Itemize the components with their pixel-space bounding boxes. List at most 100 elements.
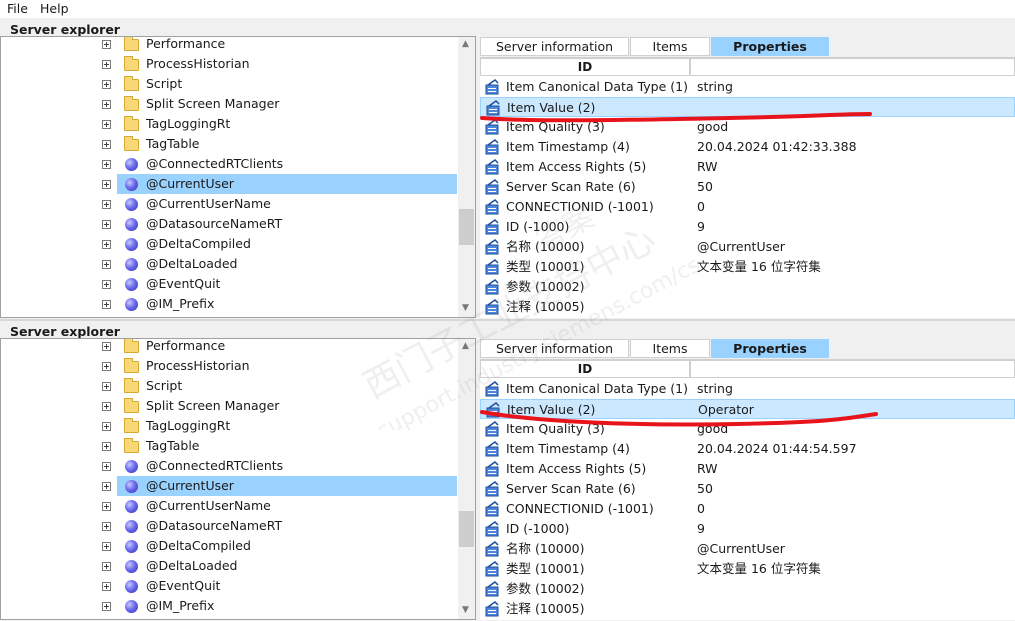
tab-properties[interactable]: Properties [711,339,829,358]
tree-item[interactable]: @DeltaCompiled [1,234,457,254]
tree-item[interactable]: @ConnectedRTClients [1,456,457,476]
tree-item[interactable]: Script [1,376,457,396]
property-row[interactable]: 类型 (10001) 文本变量 16 位字符集 [480,257,1015,277]
property-row[interactable]: Item Timestamp (4) 20.04.2024 01:42:33.38… [480,137,1015,157]
tree-item[interactable]: TagTable [1,436,457,456]
property-row[interactable]: CONNECTIONID (-1001) 0 [480,499,1015,519]
tab-server-information[interactable]: Server information [480,37,629,56]
expand-plus-icon[interactable] [102,260,111,269]
expand-plus-icon[interactable] [102,80,111,89]
tab-server-information[interactable]: Server information [480,339,629,358]
expand-plus-icon[interactable] [102,542,111,551]
expand-plus-icon[interactable] [102,362,111,371]
expand-plus-icon[interactable] [102,100,111,109]
tree-item[interactable]: Performance [1,37,457,54]
tree-item[interactable]: Performance [1,339,457,356]
tree-item[interactable]: @ConnectedRTClients [1,154,457,174]
property-row[interactable]: Item Quality (3) good [480,117,1015,137]
column-header-value[interactable] [690,360,1015,378]
server-tree[interactable]: Performance ProcessHistorian Script Split S… [0,36,476,318]
expand-plus-icon[interactable] [102,160,111,169]
property-row[interactable]: 名称 (10000) @CurrentUser [480,237,1015,257]
property-row[interactable]: Server Scan Rate (6) 50 [480,177,1015,197]
expand-plus-icon[interactable] [102,582,111,591]
tree-item[interactable]: @DeltaLoaded [1,556,457,576]
tree-item[interactable]: @CurrentUserName [1,194,457,214]
column-header-value[interactable] [690,58,1015,76]
property-row[interactable]: 参数 (10002) [480,579,1015,599]
tree-item[interactable]: @DatasourceNameRT [1,214,457,234]
tree-item[interactable]: @DeltaCompiled [1,536,457,556]
property-row[interactable]: Item Value (2) Operator [480,399,1015,419]
property-row[interactable]: Item Canonical Data Type (1) string [480,379,1015,399]
scroll-thumb[interactable] [459,209,474,245]
tree-item[interactable]: @DeltaLoaded [1,254,457,274]
expand-plus-icon[interactable] [102,200,111,209]
tree-item[interactable]: @DatasourceNameRT [1,516,457,536]
tree-scrollbar[interactable]: ▲ ▼ [458,339,475,619]
expand-plus-icon[interactable] [102,562,111,571]
expand-plus-icon[interactable] [102,502,111,511]
tree-item[interactable]: @IM_Prefix [1,596,457,616]
expand-plus-icon[interactable] [102,60,111,69]
tree-item[interactable]: Script [1,74,457,94]
tree-item[interactable]: ProcessHistorian [1,54,457,74]
property-row[interactable]: 名称 (10000) @CurrentUser [480,539,1015,559]
tree-item[interactable]: @CurrentUser [1,476,457,496]
expand-plus-icon[interactable] [102,422,111,431]
expand-plus-icon[interactable] [102,240,111,249]
tree-item[interactable]: Split Screen Manager [1,94,457,114]
column-header-id[interactable]: ID [480,360,690,378]
property-row[interactable]: Server Scan Rate (6) 50 [480,479,1015,499]
expand-plus-icon[interactable] [102,300,111,309]
tree-item[interactable]: @IM_Prefix [1,294,457,314]
property-row[interactable]: 参数 (10002) [480,277,1015,297]
property-row[interactable]: Item Value (2) [480,97,1015,117]
tree-scrollbar[interactable]: ▲ ▼ [458,37,475,317]
property-row[interactable]: Item Timestamp (4) 20.04.2024 01:44:54.59… [480,439,1015,459]
tree-item[interactable]: TagLoggingRt [1,114,457,134]
property-row[interactable]: 注释 (10005) [480,297,1015,317]
expand-plus-icon[interactable] [102,280,111,289]
scroll-thumb[interactable] [459,511,474,547]
property-row[interactable]: Item Canonical Data Type (1) string [480,77,1015,97]
property-row[interactable]: Item Access Rights (5) RW [480,459,1015,479]
expand-plus-icon[interactable] [102,180,111,189]
expand-plus-icon[interactable] [102,40,111,49]
property-row[interactable]: ID (-1000) 9 [480,217,1015,237]
expand-plus-icon[interactable] [102,442,111,451]
expand-plus-icon[interactable] [102,140,111,149]
expand-plus-icon[interactable] [102,602,111,611]
server-tree[interactable]: Performance ProcessHistorian Script Split S… [0,338,476,620]
tree-item[interactable]: TagTable [1,134,457,154]
tab-items[interactable]: Items [630,37,710,56]
expand-plus-icon[interactable] [102,220,111,229]
menu-file[interactable]: File [7,1,28,16]
expand-plus-icon[interactable] [102,522,111,531]
tree-item[interactable]: @EventQuit [1,576,457,596]
tree-item[interactable]: @EventQuit [1,274,457,294]
expand-plus-icon[interactable] [102,402,111,411]
tree-item[interactable]: ProcessHistorian [1,356,457,376]
property-row[interactable]: ID (-1000) 9 [480,519,1015,539]
property-row[interactable]: CONNECTIONID (-1001) 0 [480,197,1015,217]
expand-plus-icon[interactable] [102,120,111,129]
column-header-id[interactable]: ID [480,58,690,76]
tree-item[interactable]: TagLoggingRt [1,416,457,436]
tree-item[interactable]: @CurrentUserName [1,496,457,516]
tree-item[interactable]: @CurrentUser [1,174,457,194]
expand-plus-icon[interactable] [102,462,111,471]
scroll-up-arrow-icon[interactable]: ▲ [462,341,469,351]
property-row[interactable]: Item Access Rights (5) RW [480,157,1015,177]
expand-plus-icon[interactable] [102,482,111,491]
tab-properties[interactable]: Properties [711,37,829,56]
expand-plus-icon[interactable] [102,342,111,351]
expand-plus-icon[interactable] [102,382,111,391]
tree-item[interactable]: Split Screen Manager [1,396,457,416]
property-row[interactable]: 类型 (10001) 文本变量 16 位字符集 [480,559,1015,579]
menu-help[interactable]: Help [40,1,69,16]
scroll-up-arrow-icon[interactable]: ▲ [462,39,469,49]
scroll-down-arrow-icon[interactable]: ▼ [462,605,469,615]
scroll-down-arrow-icon[interactable]: ▼ [462,303,469,313]
property-row[interactable]: Item Quality (3) good [480,419,1015,439]
